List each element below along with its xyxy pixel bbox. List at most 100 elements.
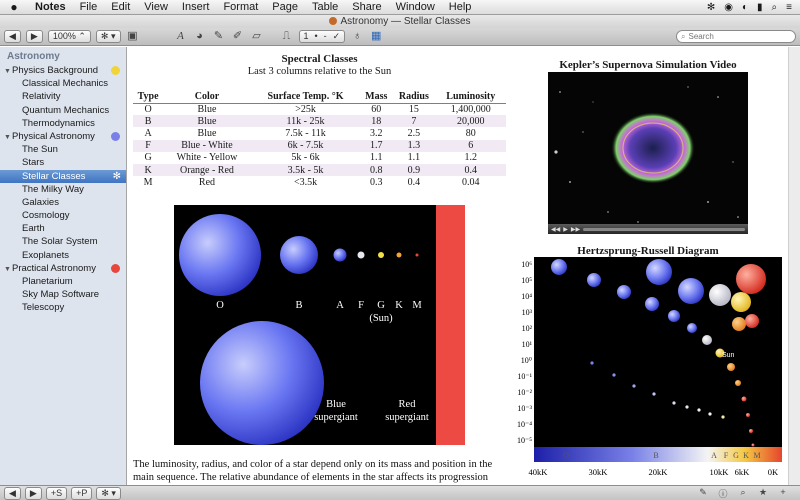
sidebar-action-button[interactable]: ✻ ▾ — [96, 486, 121, 500]
bookmark-icon[interactable]: ⎍ — [280, 30, 294, 43]
table-cell[interactable]: 0.4 — [392, 176, 435, 188]
table-row[interactable]: B Blue 11k - 25k 18 7 20,000 — [133, 115, 506, 128]
table-cell[interactable]: 0.3 — [360, 176, 392, 188]
menu-view[interactable]: View — [137, 1, 175, 13]
film-strip-icon[interactable]: ▦ — [369, 30, 383, 43]
table-cell[interactable]: 1.3 — [392, 139, 436, 152]
play-icon[interactable]: ▶ — [563, 226, 568, 233]
table-cell[interactable]: A — [133, 127, 163, 139]
supernova-video[interactable] — [548, 72, 748, 234]
table-cell[interactable]: 60 — [360, 103, 392, 115]
wifi-icon[interactable]: ◐ — [742, 2, 748, 13]
table-cell[interactable]: 2.5 — [392, 127, 435, 139]
sidebar-item[interactable]: Galaxies — [0, 196, 126, 209]
menu-format[interactable]: Format — [216, 1, 265, 13]
table-cell[interactable]: 11k - 25k — [250, 115, 361, 128]
video-controls[interactable]: ◀◀ ▶ ▶▶ — [548, 224, 748, 234]
magnifier-icon[interactable]: ⌕ — [736, 487, 750, 500]
color-wheel-icon[interactable]: ◕ — [193, 30, 207, 43]
menu-page[interactable]: Page — [265, 1, 305, 13]
sidebar-item[interactable]: Relativity — [0, 90, 126, 103]
table-cell[interactable]: Orange - Red — [163, 163, 251, 177]
table-cell[interactable]: >25k — [251, 103, 360, 115]
video-scrubber[interactable] — [583, 227, 745, 231]
table-row[interactable]: M Red <3.5k 0.3 0.4 0.04 — [133, 176, 506, 188]
table-cell[interactable]: 6k - 7.5k — [250, 139, 361, 152]
spotlight-icon[interactable]: ⌕ — [772, 2, 778, 13]
sidebar-item[interactable]: ▼Physics Background — [0, 64, 126, 77]
sidebar-item[interactable]: Stars — [0, 156, 126, 169]
table-cell[interactable]: M — [133, 176, 163, 188]
sidebar-item[interactable]: Thermodynamics — [0, 117, 126, 130]
page-stepper[interactable]: 1 • - ✓ — [298, 30, 346, 43]
table-cell[interactable]: G — [133, 152, 163, 164]
table-cell[interactable]: 1.1 — [392, 152, 435, 164]
sidebar-item[interactable]: Telescopy — [0, 301, 126, 314]
menu-file[interactable]: File — [73, 1, 105, 13]
table-cell[interactable]: 1.1 — [360, 152, 392, 164]
table-cell[interactable]: Blue - White — [163, 139, 251, 152]
zoom-select[interactable]: 100% ⌃ — [47, 30, 91, 43]
add-icon[interactable]: + — [776, 487, 790, 500]
table-cell[interactable]: B — [133, 115, 164, 128]
search-field[interactable]: ⌕ — [676, 30, 796, 43]
action-menu-button[interactable]: ✻ ▾ — [95, 30, 121, 43]
sidebar-item[interactable]: The Milky Way — [0, 183, 126, 196]
table-cell[interactable]: 1.2 — [436, 152, 507, 164]
table-cell[interactable]: White - Yellow — [163, 152, 251, 164]
microphone-icon[interactable]: ♁ — [350, 30, 364, 43]
disclosure-triangle-icon[interactable]: ▼ — [4, 131, 12, 144]
record-icon[interactable]: ◉ — [724, 2, 733, 13]
brush-icon[interactable]: ✐ — [231, 30, 245, 43]
back-button[interactable]: ◀ — [4, 30, 21, 43]
table-cell[interactable]: 0.8 — [360, 163, 393, 177]
menu-table[interactable]: Table — [305, 1, 345, 13]
menu-insert[interactable]: Insert — [175, 1, 217, 13]
ruler-icon[interactable]: ▱ — [250, 30, 264, 43]
table-cell[interactable]: Red — [163, 176, 251, 188]
table-cell[interactable]: 0.04 — [436, 176, 507, 188]
sidebar-item[interactable]: Classical Mechanics — [0, 77, 126, 90]
extension-icon[interactable]: ✻ — [707, 2, 715, 13]
menu-edit[interactable]: Edit — [104, 1, 137, 13]
menu-notes[interactable]: Notes — [28, 1, 73, 13]
sidebar-item[interactable]: ▼Practical Astronomy — [0, 262, 126, 275]
fast-forward-icon[interactable]: ▶▶ — [571, 226, 580, 233]
battery-icon[interactable]: ▮ — [757, 2, 763, 13]
sidebar-item[interactable]: Sky Map Software — [0, 288, 126, 301]
menu-help[interactable]: Help — [442, 1, 479, 13]
gear-icon[interactable]: ✻ — [113, 170, 121, 183]
forward-button[interactable]: ▶ — [25, 30, 43, 43]
menu-share[interactable]: Share — [345, 1, 388, 13]
table-cell[interactable]: 18 — [360, 115, 393, 128]
edit-icon[interactable]: ✎ — [696, 487, 710, 500]
table-cell[interactable]: F — [133, 139, 164, 152]
table-cell[interactable]: 1.7 — [360, 139, 393, 152]
table-cell[interactable]: 0.9 — [392, 163, 436, 177]
star-icon[interactable]: ★ — [756, 487, 770, 500]
table-cell[interactable]: 3.2 — [360, 127, 392, 139]
sidebar-item[interactable]: The Sun — [0, 143, 126, 156]
table-cell[interactable]: 5k - 6k — [251, 152, 360, 164]
table-cell[interactable]: 7.5k - 11k — [251, 127, 360, 139]
spectral-classes-table[interactable]: Type Color Surface Temp. °K Mass Radius … — [133, 90, 506, 188]
table-cell[interactable]: 1,400,000 — [436, 103, 507, 115]
page-forward-button[interactable]: ▶ — [24, 486, 42, 500]
table-row[interactable]: K Orange - Red 3.5k - 5k 0.8 0.9 0.4 — [133, 163, 506, 177]
rewind-icon[interactable]: ◀◀ — [551, 226, 560, 233]
table-row[interactable]: O Blue >25k 60 15 1,400,000 — [133, 103, 506, 115]
sidebar-item[interactable]: Stellar Classes ✻ — [0, 169, 126, 183]
info-icon[interactable]: ⓘ — [716, 487, 730, 500]
add-page-button[interactable]: +P — [71, 486, 93, 500]
disclosure-triangle-icon[interactable]: ▼ — [4, 65, 12, 78]
highlighter-icon[interactable]: ✎ — [212, 30, 226, 43]
table-cell[interactable]: 80 — [436, 127, 507, 139]
table-cell[interactable]: 20,000 — [435, 115, 506, 128]
sidebar-item[interactable]: Exoplanets — [0, 249, 126, 262]
sidebar-item[interactable]: Cosmology — [0, 209, 126, 222]
table-cell[interactable]: Blue — [163, 115, 251, 128]
table-cell[interactable]: K — [133, 163, 164, 177]
table-row[interactable]: F Blue - White 6k - 7.5k 1.7 1.3 6 — [133, 139, 506, 152]
menu-window[interactable]: Window — [389, 1, 442, 13]
disclosure-triangle-icon[interactable]: ▼ — [4, 263, 12, 276]
